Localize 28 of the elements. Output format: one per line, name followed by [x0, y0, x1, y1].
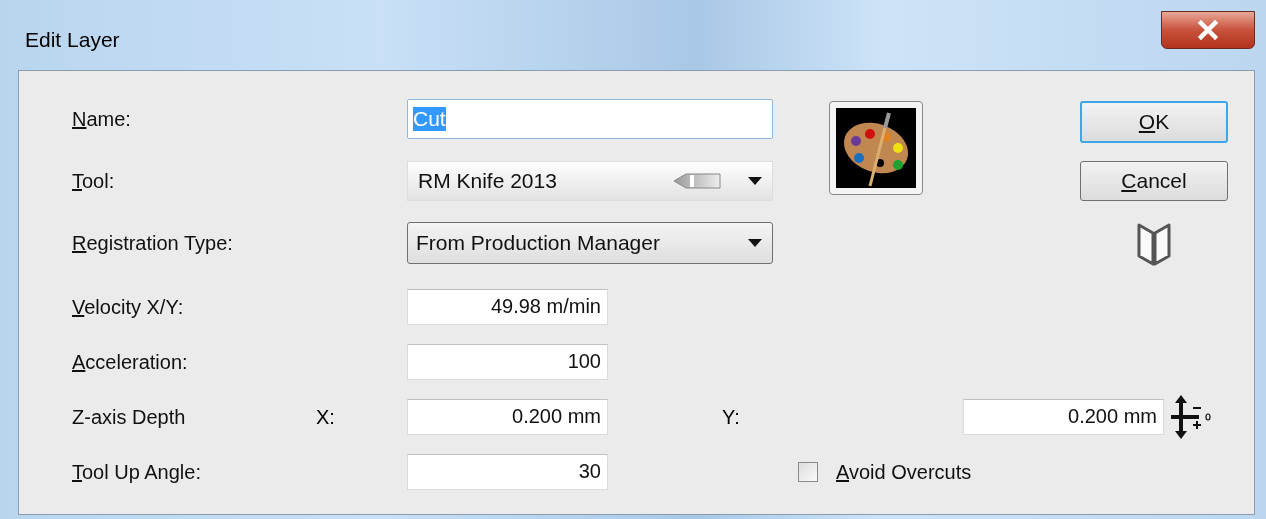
field-label: Tool Up Angle: [72, 460, 202, 484]
tool-up-angle-field[interactable]: 30 [407, 454, 608, 490]
field-label: X: [316, 405, 336, 429]
checkbox[interactable] [798, 462, 818, 482]
knife-icon [672, 171, 722, 191]
depth-x-field[interactable]: 0.200 mm [407, 399, 608, 435]
palette-button[interactable] [829, 101, 923, 195]
field-label: Z-axis Depth [72, 405, 187, 429]
tool-dropdown[interactable]: RM Knife 2013 [407, 161, 773, 201]
field-label: Acceleration: [72, 350, 189, 374]
caret-icon [748, 177, 762, 185]
book-icon [1136, 222, 1172, 266]
registration-type-dropdown[interactable]: From Production Manager [407, 222, 773, 264]
window-title: Edit Layer [25, 28, 120, 52]
velocity-field[interactable]: 49.98 m/min [407, 289, 608, 325]
field-label: Registration Type: [72, 231, 234, 255]
ok-button[interactable]: OK [1080, 101, 1228, 143]
field-label: Y: [722, 405, 741, 429]
field-label: Velocity X/Y: [72, 295, 185, 319]
cancel-button[interactable]: Cancel [1080, 161, 1228, 201]
field-label: Name: [72, 107, 132, 131]
field-label: Tool: [72, 169, 116, 193]
caret-icon [748, 239, 762, 247]
acceleration-field[interactable]: 100 [407, 344, 608, 380]
depth-y-field[interactable]: 0.200 mm [963, 399, 1164, 435]
checkbox-label[interactable]: Avoid Overcuts [836, 460, 972, 484]
palette-icon [836, 108, 916, 188]
close-button[interactable] [1161, 11, 1255, 49]
